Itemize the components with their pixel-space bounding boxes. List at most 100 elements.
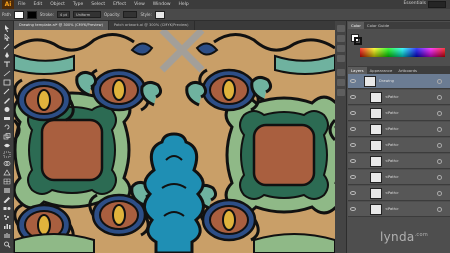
sublayer-row[interactable]: <Path> xyxy=(348,202,450,217)
target-circle-icon[interactable] xyxy=(437,142,442,148)
menu-effect[interactable]: Effect xyxy=(109,0,130,9)
visibility-eye-icon[interactable] xyxy=(350,111,356,115)
collapsed-panel-icons xyxy=(335,21,347,253)
sublayer-row[interactable]: <Path> xyxy=(348,122,450,137)
target-circle-icon[interactable] xyxy=(437,78,442,84)
menu-bar: Ai File Edit Object Type Select Effect V… xyxy=(0,0,450,9)
illustrator-logo: Ai xyxy=(2,0,14,9)
document-tabs: Drawing template.ai* @ 300% (CMYK/Previe… xyxy=(14,21,335,30)
layer-thumbnail xyxy=(370,107,382,119)
target-circle-icon[interactable] xyxy=(437,126,442,132)
mesh-tool-icon[interactable] xyxy=(2,177,12,185)
stroke-weight-dropdown[interactable]: 4 pt xyxy=(56,11,71,18)
target-circle-icon[interactable] xyxy=(437,110,442,116)
sublayer-row[interactable]: <Path> xyxy=(348,170,450,185)
layer-name: Drawing xyxy=(379,79,394,83)
menu-help[interactable]: Help xyxy=(175,0,193,9)
visibility-eye-icon[interactable] xyxy=(350,159,356,163)
direct-selection-tool-icon[interactable] xyxy=(2,33,12,41)
symbol-sprayer-tool-icon[interactable] xyxy=(2,213,12,221)
watermark-text: lynda xyxy=(380,230,415,244)
sublayer-row[interactable]: <Path> xyxy=(348,154,450,169)
menu-file[interactable]: File xyxy=(14,0,30,9)
fill-swatch[interactable] xyxy=(13,10,24,19)
scale-tool-icon[interactable] xyxy=(2,132,12,140)
menu-edit[interactable]: Edit xyxy=(30,0,47,9)
target-circle-icon[interactable] xyxy=(437,174,442,180)
layer-thumbnail xyxy=(370,171,382,183)
tab-patch-artwork[interactable]: Patch artwork.ai @ 300% (CMYK/Preview) xyxy=(109,21,195,30)
search-input[interactable] xyxy=(428,1,446,8)
sublayer-row[interactable]: <Path> xyxy=(348,138,450,153)
paintbrush-tool-icon[interactable] xyxy=(2,87,12,95)
rotate-tool-icon[interactable] xyxy=(2,123,12,131)
target-circle-icon[interactable] xyxy=(437,94,442,100)
menu-view[interactable]: View xyxy=(130,0,149,9)
target-circle-icon[interactable] xyxy=(437,158,442,164)
pencil-tool-icon[interactable] xyxy=(2,96,12,104)
layer-name: <Path> xyxy=(385,191,399,195)
tab-appearance[interactable]: Appearance xyxy=(367,67,396,74)
document-canvas[interactable] xyxy=(14,30,335,253)
graphic-style-swatch[interactable] xyxy=(154,10,165,19)
style-label: Style: xyxy=(140,12,152,17)
brushes-panel-icon[interactable] xyxy=(337,45,345,52)
menu-window[interactable]: Window xyxy=(149,0,175,9)
visibility-eye-icon[interactable] xyxy=(350,143,356,147)
pattern-artwork[interactable] xyxy=(14,30,335,253)
zoom-tool-icon[interactable] xyxy=(2,240,12,248)
visibility-eye-icon[interactable] xyxy=(350,79,356,83)
gradient-tool-icon[interactable] xyxy=(2,186,12,194)
width-tool-icon[interactable] xyxy=(2,141,12,149)
tab-layers[interactable]: Layers xyxy=(348,66,367,74)
menu-type[interactable]: Type xyxy=(69,0,87,9)
blend-tool-icon[interactable] xyxy=(2,204,12,212)
stroke-swatch[interactable] xyxy=(26,10,37,19)
sublayer-row[interactable]: <Path> xyxy=(348,106,450,121)
color-panel-tabs: Color Color Guide xyxy=(348,22,450,29)
swatches-panel-icon[interactable] xyxy=(337,35,345,42)
hand-tool-icon[interactable] xyxy=(2,231,12,239)
selection-tool-icon[interactable] xyxy=(2,24,12,32)
target-circle-icon[interactable] xyxy=(437,206,442,212)
tab-artboards[interactable]: Artboards xyxy=(395,67,420,74)
layer-row-drawing[interactable]: Drawing xyxy=(348,74,450,89)
visibility-eye-icon[interactable] xyxy=(350,175,356,179)
tab-drawing-template[interactable]: Drawing template.ai* @ 300% (CMYK/Previe… xyxy=(14,21,109,30)
type-tool-icon[interactable] xyxy=(2,60,12,68)
layer-thumbnail xyxy=(364,75,376,87)
transparency-panel-icon[interactable] xyxy=(337,89,345,96)
eyedropper-tool-icon[interactable] xyxy=(2,195,12,203)
tab-color[interactable]: Color xyxy=(348,22,364,29)
perspective-grid-tool-icon[interactable] xyxy=(2,168,12,176)
visibility-eye-icon[interactable] xyxy=(350,207,356,211)
stroke-color-chip[interactable] xyxy=(354,37,362,45)
pen-tool-icon[interactable] xyxy=(2,51,12,59)
eraser-tool-icon[interactable] xyxy=(2,114,12,122)
opacity-field[interactable] xyxy=(123,11,138,18)
free-transform-tool-icon[interactable] xyxy=(2,150,12,158)
line-tool-icon[interactable] xyxy=(2,69,12,77)
variable-width-profile-dropdown[interactable]: Uniform xyxy=(73,11,102,18)
blob-brush-tool-icon[interactable] xyxy=(2,105,12,113)
rectangle-tool-icon[interactable] xyxy=(2,78,12,86)
visibility-eye-icon[interactable] xyxy=(350,95,356,99)
stroke-panel-icon[interactable] xyxy=(337,69,345,76)
shape-builder-tool-icon[interactable] xyxy=(2,159,12,167)
color-panel-icon[interactable] xyxy=(337,25,345,32)
target-circle-icon[interactable] xyxy=(437,190,442,196)
menu-object[interactable]: Object xyxy=(46,0,69,9)
workspace-switcher[interactable]: Essentials xyxy=(403,1,426,6)
column-graph-tool-icon[interactable] xyxy=(2,222,12,230)
symbols-panel-icon[interactable] xyxy=(337,55,345,62)
menu-select[interactable]: Select xyxy=(87,0,109,9)
sublayer-row[interactable]: <Path> xyxy=(348,90,450,105)
layer-thumbnail xyxy=(370,91,382,103)
tab-color-guide[interactable]: Color Guide xyxy=(364,22,392,29)
visibility-eye-icon[interactable] xyxy=(350,191,356,195)
magic-wand-tool-icon[interactable] xyxy=(2,42,12,50)
gradient-panel-icon[interactable] xyxy=(337,79,345,86)
visibility-eye-icon[interactable] xyxy=(350,127,356,131)
control-bar: Path Stroke: 4 pt Uniform Opacity: Style… xyxy=(0,9,450,21)
sublayer-row[interactable]: <Path> xyxy=(348,186,450,201)
